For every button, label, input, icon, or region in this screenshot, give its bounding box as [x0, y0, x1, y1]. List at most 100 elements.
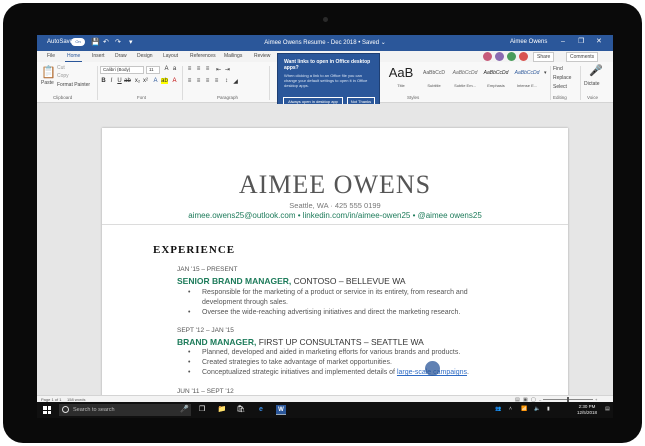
italic-icon[interactable]: I — [108, 78, 115, 84]
word-app-icon[interactable]: W — [276, 405, 286, 415]
tab-layout[interactable]: Layout — [163, 53, 178, 59]
format-painter-button[interactable]: Format Painter — [57, 82, 90, 88]
network-icon[interactable]: 📶 — [521, 406, 527, 412]
minimize-button[interactable]: – — [561, 37, 565, 47]
collaborator-avatar[interactable] — [507, 52, 516, 61]
highlight-icon[interactable]: ab — [161, 78, 168, 84]
replace-button[interactable]: Replace — [553, 75, 571, 81]
action-center-icon[interactable]: ▤ — [605, 406, 610, 412]
collaborator-avatar[interactable] — [495, 52, 504, 61]
align-right-icon[interactable]: ≡ — [204, 78, 211, 84]
dictate-button[interactable]: Dictate — [584, 81, 600, 87]
cut-button[interactable]: Cut — [57, 65, 65, 71]
tab-design[interactable]: Design — [137, 53, 153, 59]
grow-font-icon[interactable]: A — [163, 66, 170, 72]
cortana-icon — [62, 406, 69, 413]
resume-contact: Seattle, WA · 425 555 0199 — [289, 201, 381, 210]
ribbon-divider — [269, 66, 270, 100]
job-heading: SENIOR BRAND MANAGER, CONTOSO – BELLEVUE… — [177, 276, 406, 286]
justify-icon[interactable]: ≡ — [213, 78, 220, 84]
job-dates: JAN '15 – PRESENT — [177, 266, 238, 273]
touch-indicator — [425, 361, 440, 376]
bullet-dot: • — [188, 349, 191, 356]
align-left-icon[interactable]: ≡ — [186, 78, 193, 84]
taskbar-search-box[interactable]: Search to search 🎤 — [59, 404, 191, 416]
group-label-paragraph: Paragraph — [217, 95, 239, 100]
style-title[interactable]: AaB Title — [387, 65, 415, 93]
job-company: CONTOSO – BELLEVUE WA — [291, 276, 406, 286]
font-name-combo[interactable]: Calibri (Body) — [100, 66, 144, 74]
ribbon-divider — [182, 66, 183, 100]
comments-button[interactable]: Comments — [566, 52, 599, 62]
bullet-text: Planned, developed and aided in marketin… — [202, 349, 461, 356]
microphone-icon[interactable]: 🎤 — [180, 405, 189, 413]
collaborator-avatar[interactable] — [483, 52, 492, 61]
increase-indent-icon[interactable]: ⇥ — [224, 66, 231, 73]
superscript-icon[interactable]: x² — [142, 78, 149, 84]
user-name[interactable]: Aimee Owens — [510, 39, 547, 45]
style-subtle-emphasis[interactable]: AaBbCcDd Subtle Em... — [451, 65, 479, 93]
job-heading: BRAND MANAGER, FIRST UP CONSULTANTS – SE… — [177, 337, 424, 347]
job-dates: SEPT '12 – JAN '15 — [177, 327, 234, 334]
shrink-font-icon[interactable]: a — [171, 66, 178, 72]
font-color-icon[interactable]: A — [171, 78, 178, 84]
strikethrough-icon[interactable]: ab — [124, 78, 131, 84]
section-heading: EXPERIENCE — [153, 244, 236, 256]
tab-draw[interactable]: Draw — [115, 53, 127, 59]
bullet-text: Created strategies to take advantage of … — [202, 359, 392, 366]
bullet-dot: • — [188, 309, 191, 316]
tab-file[interactable]: File — [47, 53, 55, 59]
styles-more-icon[interactable]: ▾ — [544, 70, 547, 76]
line-spacing-icon[interactable]: ↕ — [223, 78, 230, 84]
collaborator-avatar[interactable] — [519, 52, 528, 61]
microphone-icon[interactable]: 🎤 — [589, 64, 603, 77]
group-label-voice: Voice — [587, 95, 599, 100]
multilevel-list-icon[interactable]: ≡ — [204, 66, 211, 72]
bold-icon[interactable]: B — [100, 78, 107, 84]
edge-icon[interactable]: e — [256, 405, 266, 415]
decrease-indent-icon[interactable]: ⇤ — [215, 66, 222, 73]
tablet-bezel: AutoSave On 💾 ↶ ↷ ▾ Aimee Owens Resume -… — [3, 3, 642, 443]
volume-icon[interactable]: 🔈 — [534, 406, 540, 412]
style-emphasis[interactable]: AaBbCcDd Emphasis — [482, 65, 510, 93]
document-page[interactable]: AIMEE OWENS Seattle, WA · 425 555 0199 a… — [102, 128, 568, 418]
taskbar-clock[interactable]: 2:30 PM 12/5/2018 — [571, 404, 603, 416]
header-divider — [102, 224, 568, 225]
task-view-icon[interactable]: ❒ — [197, 405, 207, 415]
align-center-icon[interactable]: ≡ — [195, 78, 202, 84]
copy-button[interactable]: Copy — [57, 73, 69, 79]
select-button[interactable]: Select — [553, 84, 567, 90]
numbering-icon[interactable]: ≡ — [195, 66, 202, 72]
shading-icon[interactable]: ◢ — [232, 78, 239, 85]
people-icon[interactable]: 👥 — [495, 406, 501, 412]
close-button[interactable]: ✕ — [596, 37, 602, 47]
job-title: SENIOR BRAND MANAGER, — [177, 276, 292, 286]
bullet-text: Oversee the wide-reaching advertising in… — [202, 309, 461, 316]
ribbon-divider — [580, 66, 581, 100]
paste-icon[interactable]: 📋 — [41, 65, 56, 79]
show-hidden-icons-icon[interactable]: ˄ — [509, 406, 512, 412]
underline-icon[interactable]: U — [116, 78, 123, 84]
share-button[interactable]: Share — [533, 52, 555, 62]
style-intense-emphasis[interactable]: AaBbCcDd Intense E... — [513, 65, 541, 93]
paste-button[interactable]: Paste — [41, 80, 54, 86]
tab-mailings[interactable]: Mailings — [224, 53, 242, 59]
tab-insert[interactable]: Insert — [92, 53, 105, 59]
bullets-icon[interactable]: ≡ — [186, 66, 193, 72]
file-explorer-icon[interactable]: 📁 — [217, 405, 227, 415]
tab-review[interactable]: Review — [254, 53, 270, 59]
prompt-title: Want links to open in Office desktop app… — [284, 59, 371, 71]
find-button[interactable]: Find — [553, 66, 563, 72]
job-company: FIRST UP CONSULTANTS – SEATTLE WA — [256, 337, 424, 347]
tab-references[interactable]: References — [190, 53, 216, 59]
style-subtitle[interactable]: AaBbCcD Subtitle — [420, 65, 448, 93]
store-icon[interactable]: 🛍 — [236, 405, 246, 415]
job-title: BRAND MANAGER, — [177, 337, 257, 347]
font-size-combo[interactable]: 11 — [146, 66, 160, 74]
battery-icon[interactable]: ▮ — [547, 406, 550, 412]
text-effects-icon[interactable]: A — [152, 78, 159, 84]
restore-button[interactable]: ❐ — [578, 37, 584, 47]
windows-start-icon[interactable] — [43, 406, 51, 414]
tab-home[interactable]: Home — [64, 53, 83, 62]
subscript-icon[interactable]: x₂ — [134, 78, 141, 84]
